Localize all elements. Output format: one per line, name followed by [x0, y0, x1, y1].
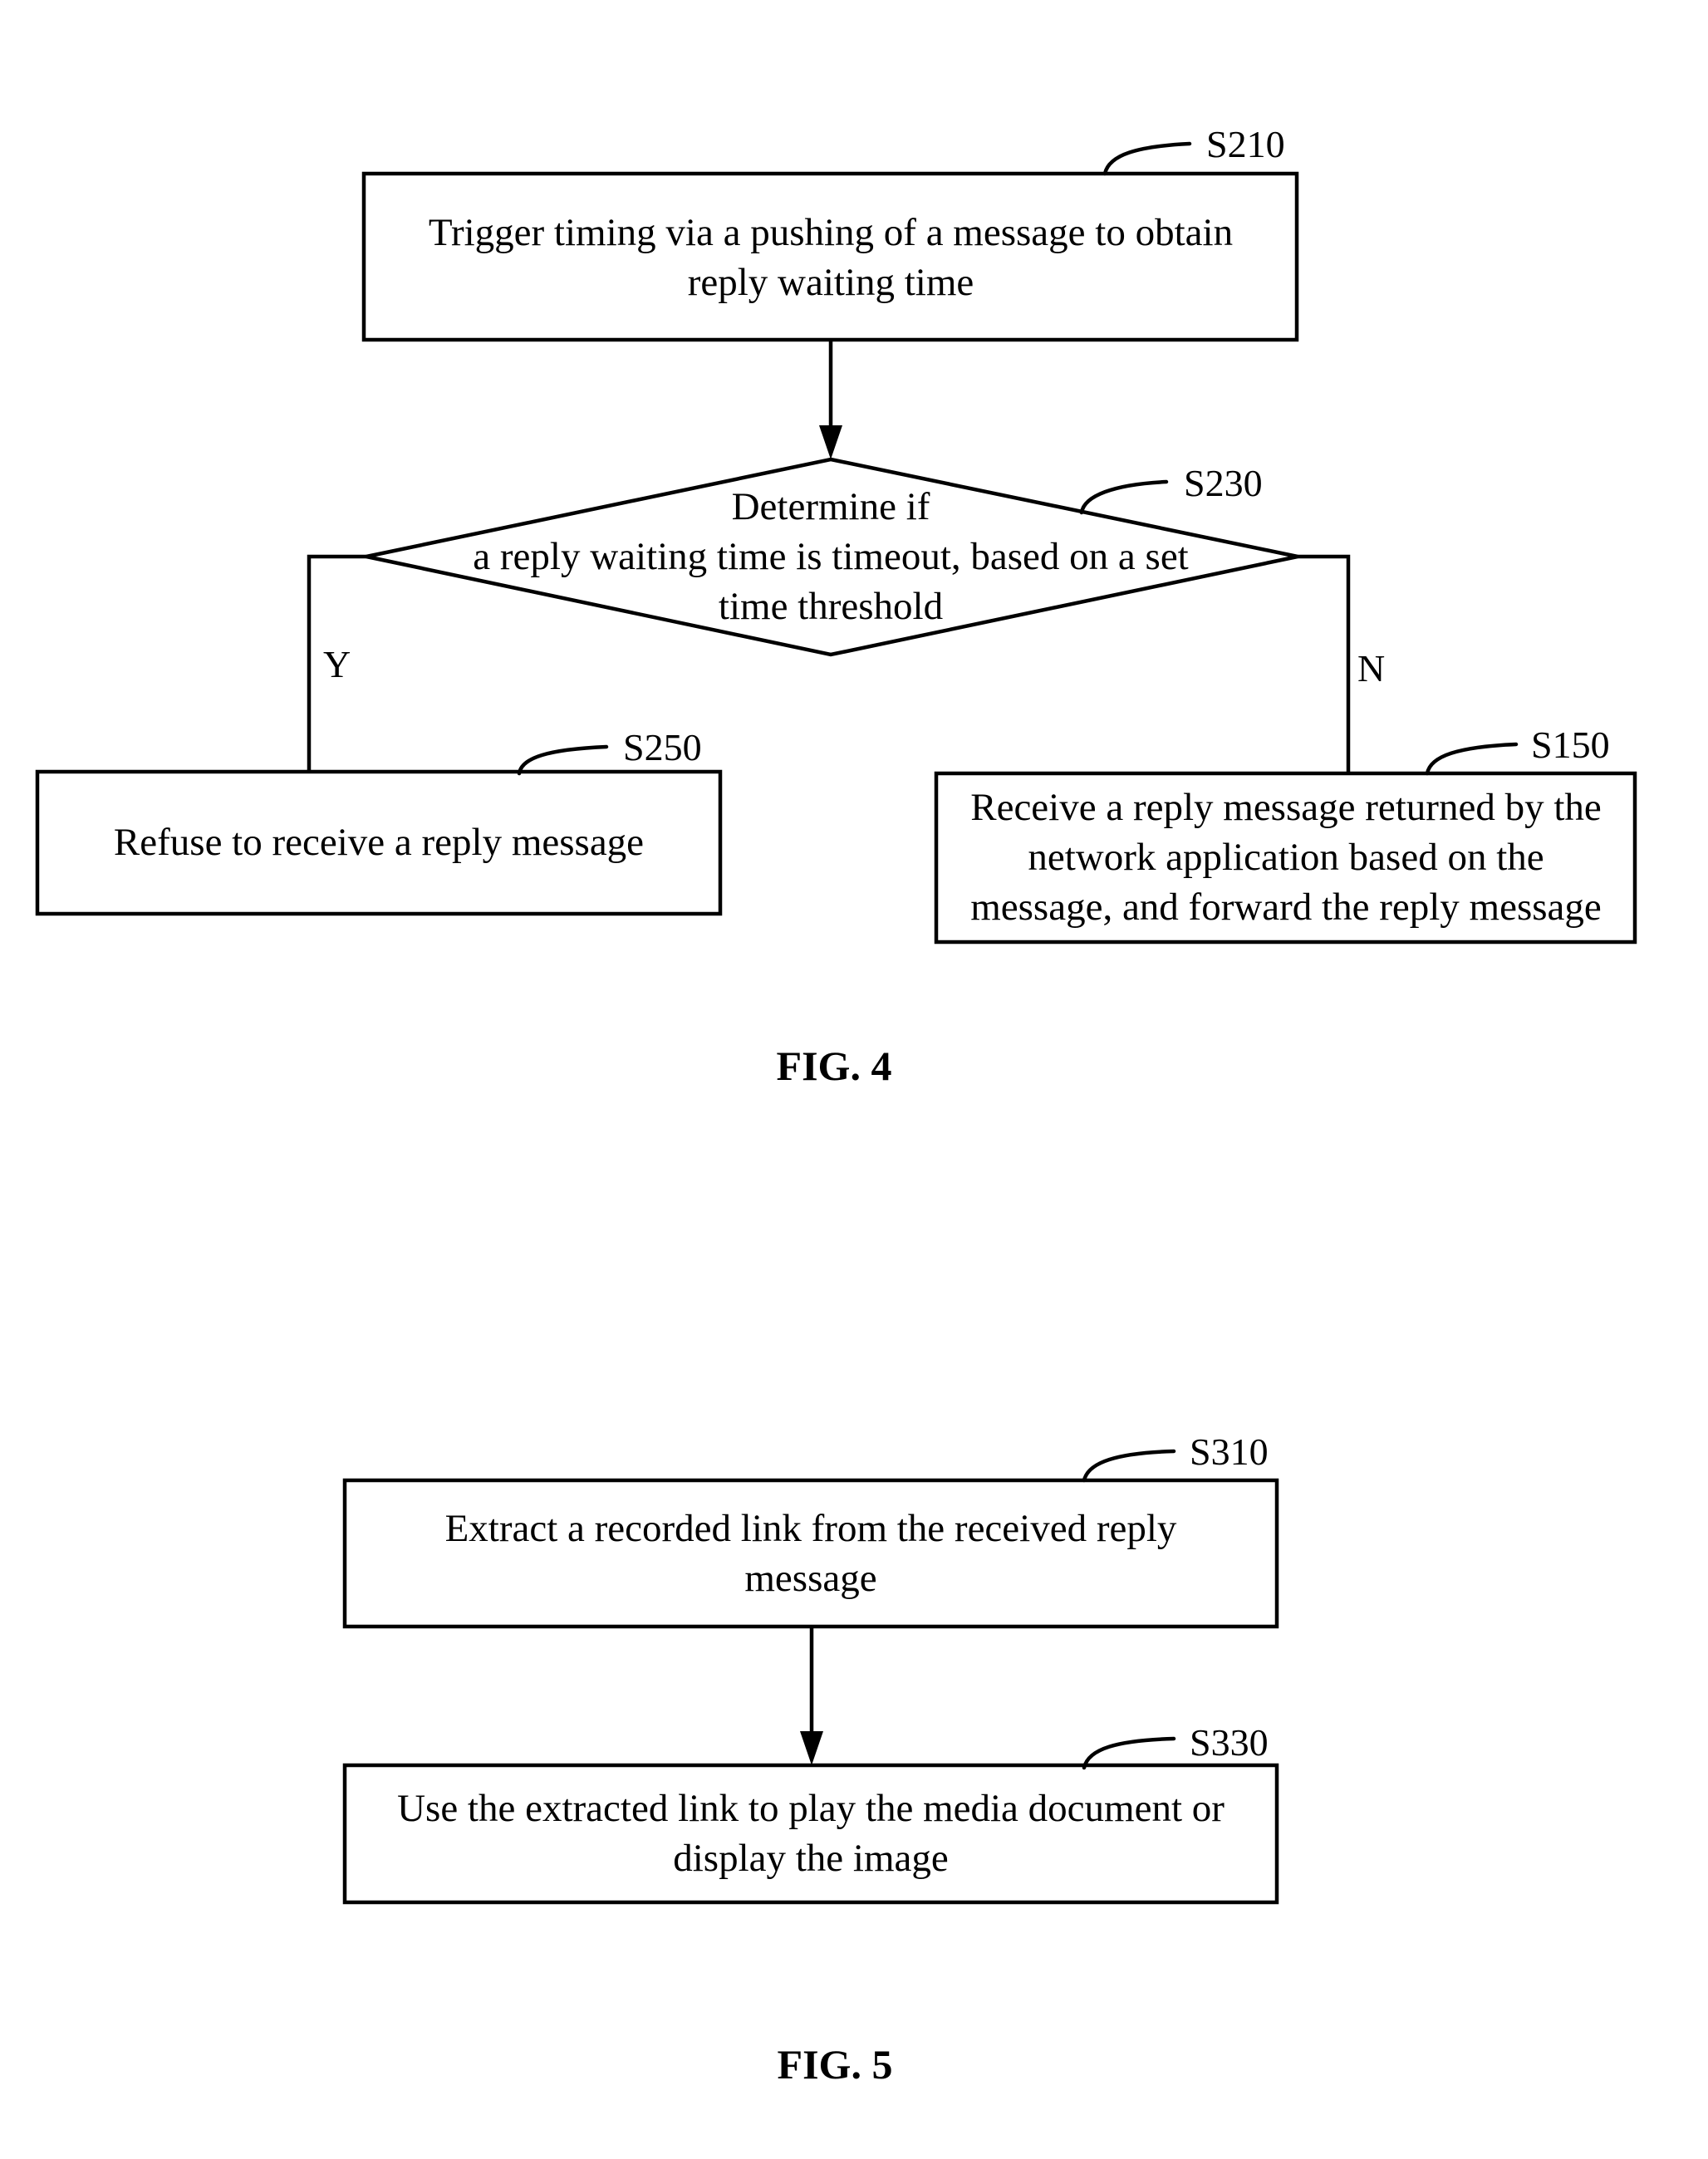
node-s150-text-line-2: network application based on the: [1028, 836, 1544, 879]
node-s230-text-line-2: a reply waiting time is timeout, based o…: [473, 535, 1188, 578]
node-s210-text-line-2: reply waiting time: [688, 261, 974, 304]
figure-caption-fig5: FIG. 5: [778, 2041, 893, 2088]
node-s150-text-line-3: message, and forward the reply message: [970, 886, 1602, 929]
leader-line-s250: [517, 744, 609, 776]
node-s250-text-line-1: Refuse to receive a reply message: [114, 821, 644, 864]
node-s330-text-line-1: Use the extracted link to play the media…: [397, 1787, 1225, 1830]
step-id-s150: S150: [1531, 724, 1610, 766]
edge-s210-to-s230: [819, 340, 842, 459]
step-id-s310: S310: [1190, 1430, 1269, 1473]
node-s230-text-line-1: Determine if: [732, 485, 930, 528]
process-box-s310: [342, 1478, 1279, 1629]
node-s230: Determine if a reply waiting time is tim…: [366, 457, 1298, 657]
node-s330-text-line-2: display the image: [673, 1837, 949, 1880]
arrowhead-icon: [819, 425, 842, 459]
figure-caption-fig4: FIG. 4: [777, 1043, 892, 1089]
figure-5: Extract a recorded link from the receive…: [342, 1430, 1279, 2088]
node-s310-text-line-1: Extract a recorded link from the receive…: [445, 1507, 1177, 1550]
node-s310: Extract a recorded link from the receive…: [342, 1430, 1279, 1629]
node-s250: Refuse to receive a reply message S250: [35, 726, 723, 916]
branch-label-no: N: [1357, 647, 1385, 689]
process-box-s210: [361, 171, 1299, 342]
leader-line-s230: [1079, 479, 1169, 515]
figure-4: Trigger timing via a pushing of a messag…: [35, 123, 1637, 1089]
node-s310-text-line-2: message: [744, 1557, 876, 1600]
edge-s310-to-s330: [800, 1627, 823, 1765]
process-box-s330: [342, 1763, 1279, 1905]
edge-s230-to-s150: N: [1298, 554, 1385, 773]
node-s230-text-line-3: time threshold: [719, 585, 943, 628]
step-id-s250: S250: [623, 726, 702, 768]
step-id-s330: S330: [1190, 1721, 1269, 1764]
node-s210-text-line-1: Trigger timing via a pushing of a messag…: [429, 211, 1233, 254]
node-s210: Trigger timing via a pushing of a messag…: [361, 123, 1299, 342]
branch-label-yes: Y: [323, 643, 351, 685]
step-id-s230: S230: [1184, 462, 1263, 504]
step-id-s210: S210: [1206, 123, 1285, 165]
node-s150-text-line-1: Receive a reply message returned by the: [970, 786, 1602, 829]
connector-line: [1298, 554, 1351, 773]
node-s150: Receive a reply message returned by the …: [934, 724, 1637, 945]
edge-s230-to-s250: Y: [307, 554, 366, 772]
arrowhead-icon: [800, 1731, 823, 1765]
patent-figures-canvas: Trigger timing via a pushing of a messag…: [35, 123, 1637, 2088]
leader-line-s310: [1082, 1449, 1176, 1483]
leader-line-s150: [1425, 742, 1519, 776]
leader-line-s210: [1102, 141, 1192, 176]
